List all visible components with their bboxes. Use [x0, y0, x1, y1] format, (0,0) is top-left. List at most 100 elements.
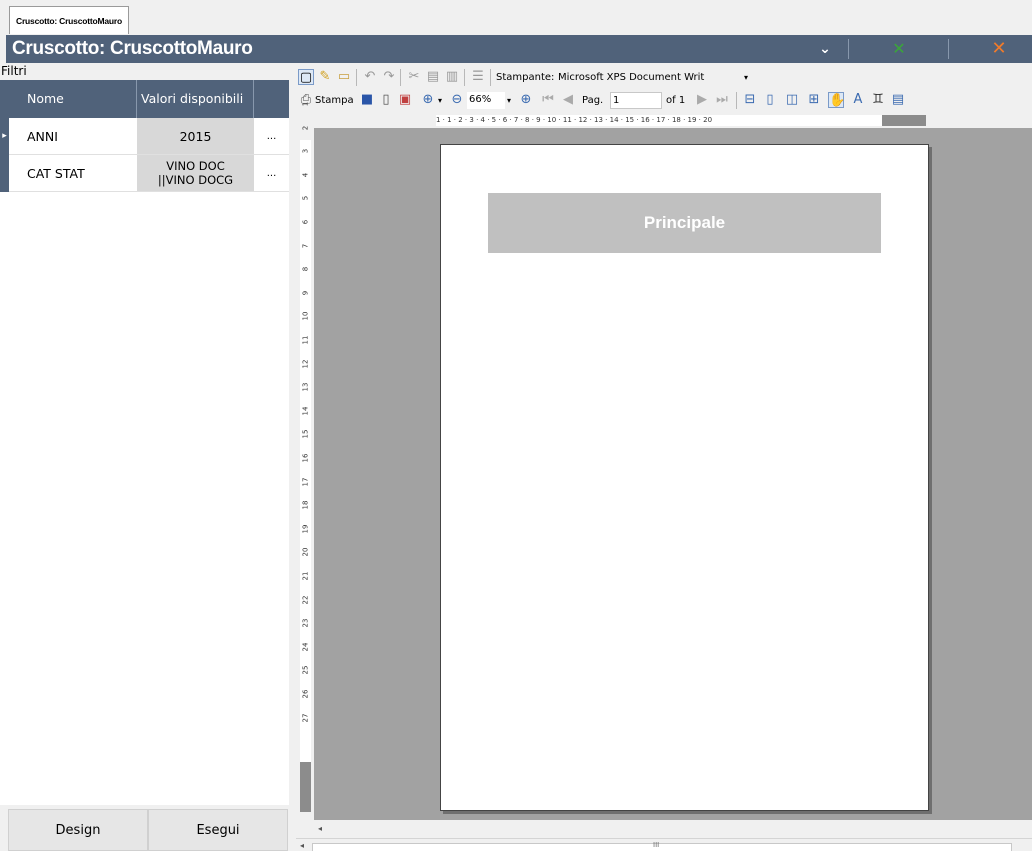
- canvas-scroll-area: ◂: [296, 820, 1032, 838]
- horizontal-ruler: 1 · 1 · 2 · 3 · 4 · 5 · 6 · 7 · 8 · 9 · …: [296, 112, 1032, 128]
- chevron-down-icon[interactable]: ▾: [438, 89, 442, 112]
- redo-icon[interactable]: ↷: [381, 69, 397, 85]
- ruler-number: 19: [301, 524, 310, 534]
- app-window: Cruscotto: CruscottoMauro Cruscotto: Cru…: [0, 0, 1032, 851]
- next-page-icon[interactable]: ▶: [694, 92, 710, 108]
- page-icon[interactable]: ▯: [378, 92, 394, 108]
- zoom-input[interactable]: 66%: [467, 92, 505, 109]
- row-selector[interactable]: [0, 155, 9, 192]
- preview-icon[interactable]: ▢: [298, 69, 314, 85]
- edit-icon[interactable]: ✎: [317, 69, 333, 85]
- first-page-icon[interactable]: ⏮: [540, 92, 556, 108]
- ruler-number: 7: [301, 243, 310, 248]
- undo-icon[interactable]: ↶: [362, 69, 378, 85]
- filters-label: Filtri: [0, 63, 289, 80]
- text-select-icon[interactable]: A: [850, 92, 866, 108]
- column-header-name[interactable]: Nome: [9, 80, 137, 118]
- chevron-down-icon[interactable]: ⌄: [810, 35, 840, 63]
- ruler-number: 16: [301, 453, 310, 463]
- title-separator: [848, 39, 849, 59]
- export-icon[interactable]: ▣: [397, 92, 413, 108]
- ruler-number: 13: [301, 382, 310, 392]
- paste-icon[interactable]: ▥: [444, 69, 460, 85]
- find-icon[interactable]: ♊: [870, 92, 886, 108]
- zoom-in-icon[interactable]: ⊕: [420, 92, 436, 108]
- page-input[interactable]: 1: [610, 92, 662, 109]
- ruler-number: 23: [301, 618, 310, 628]
- copy-icon[interactable]: ▤: [425, 69, 441, 85]
- chevron-down-icon[interactable]: ▾: [744, 66, 748, 89]
- scrollbar-thumb[interactable]: III: [312, 841, 1012, 851]
- page-setup-icon[interactable]: ☰: [470, 69, 486, 85]
- filter-value-line: VINO DOC: [166, 159, 225, 173]
- print-label[interactable]: Stampa: [315, 89, 354, 112]
- ellipsis-button[interactable]: ...: [254, 155, 289, 192]
- ellipsis-button[interactable]: ...: [254, 118, 289, 155]
- filters-panel: Filtri Nome Valori disponibili ▸ ANNI 20…: [0, 63, 289, 851]
- dashboard-title-bar: Cruscotto: CruscottoMauro ⌄ ✕ ✕: [6, 35, 1032, 63]
- cut-icon[interactable]: ✂: [406, 69, 422, 85]
- last-page-icon[interactable]: ⏭: [714, 92, 730, 108]
- ruler-number: 10: [301, 311, 310, 321]
- scroll-left-icon[interactable]: ◂: [300, 841, 304, 850]
- save-icon[interactable]: ■: [359, 92, 375, 108]
- row-selector[interactable]: ▸: [0, 118, 9, 155]
- thumb-grip: III: [653, 841, 660, 849]
- ruler-number: 4: [301, 172, 310, 178]
- thumbnails-icon[interactable]: ▤: [890, 92, 906, 108]
- report-canvas[interactable]: Principale: [314, 128, 1032, 820]
- chevron-down-icon[interactable]: ▾: [507, 89, 511, 112]
- print-setup-icon[interactable]: ⊟: [742, 92, 758, 108]
- column-header-values[interactable]: Valori disponibili: [137, 80, 254, 118]
- title-separator: [948, 39, 949, 59]
- report-page: Principale: [440, 144, 929, 811]
- run-button[interactable]: Esegui: [148, 809, 288, 851]
- report-band-title[interactable]: Principale: [488, 193, 881, 253]
- printer-label: Stampante:: [496, 72, 555, 83]
- ruler-number: 5: [301, 196, 310, 201]
- ruler-margin: [882, 115, 926, 126]
- toolbar-separator: [736, 92, 737, 109]
- toolbar-separator: [464, 69, 465, 86]
- printer-select[interactable]: Microsoft XPS Document Writ: [558, 66, 706, 89]
- ruler-number: 6: [301, 219, 310, 225]
- column-header-blank: [254, 80, 289, 118]
- single-page-icon[interactable]: ▯: [762, 92, 778, 108]
- zoom-plus-icon[interactable]: ⊕: [518, 92, 534, 108]
- ruler-number: 11: [301, 335, 310, 345]
- horizontal-scrollbar[interactable]: ◂ III: [296, 838, 1032, 851]
- ruler-number: 20: [301, 547, 310, 557]
- document-tab[interactable]: Cruscotto: CruscottoMauro: [9, 6, 129, 34]
- scroll-left-icon[interactable]: ◂: [318, 824, 322, 833]
- confirm-close-icon[interactable]: ✕: [884, 35, 914, 63]
- filter-row-cat-stat[interactable]: CAT STAT VINO DOC ||VINO DOCG ...: [0, 155, 289, 192]
- hand-tool-icon[interactable]: ✋: [828, 92, 845, 108]
- filter-value[interactable]: VINO DOC ||VINO DOCG: [137, 155, 254, 192]
- multi-pages-icon[interactable]: ⊞: [806, 92, 822, 108]
- two-pages-icon[interactable]: ◫: [784, 92, 800, 108]
- ruler-number: 9: [301, 290, 310, 296]
- toolbar-row-2: ⎙ Stampa ■ ▯ ▣ ⊕ ▾ ⊖ 66% ▾ ⊕ ⏮ ◀ Pag. 1 …: [296, 89, 1032, 112]
- filter-value-line: ||VINO DOCG: [157, 173, 234, 187]
- ruler-number: 22: [301, 595, 310, 605]
- ruler-number: 12: [301, 359, 310, 369]
- ruler-scale: 1 · 1 · 2 · 3 · 4 · 5 · 6 · 7 · 8 · 9 · …: [436, 115, 926, 126]
- close-icon[interactable]: ✕: [984, 35, 1014, 63]
- zoom-out-icon[interactable]: ⊖: [449, 92, 465, 108]
- filter-name: CAT STAT: [9, 155, 137, 192]
- ruler-number: 14: [301, 406, 310, 416]
- panel-buttons: Design Esegui: [0, 805, 289, 851]
- toolbar-separator: [356, 69, 357, 86]
- page-count: of 1: [666, 95, 686, 106]
- ruler-margin: [300, 762, 311, 812]
- previous-page-icon[interactable]: ◀: [560, 92, 576, 108]
- design-button[interactable]: Design: [8, 809, 148, 851]
- filter-row-anni[interactable]: ▸ ANNI 2015 ...: [0, 118, 289, 155]
- vertical-ruler: 1 2 3 4 5 6 7 8 9 10 11 12 13 14 15 16 17 18 19 20 21 22 23 24 2…: [296, 102, 314, 820]
- filters-grid-header: Nome Valori disponibili: [0, 80, 289, 118]
- toolbar-separator: [400, 69, 401, 86]
- toolbar-separator: [490, 69, 491, 86]
- filter-value[interactable]: 2015: [137, 118, 254, 155]
- ruler-number: 26: [301, 689, 310, 699]
- open-folder-icon[interactable]: ▭: [336, 69, 352, 85]
